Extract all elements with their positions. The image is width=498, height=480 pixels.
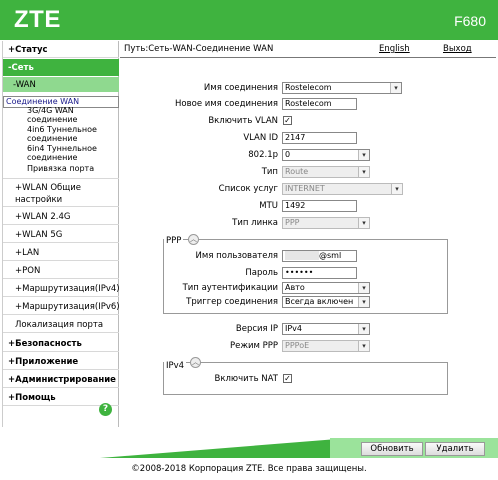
nav-status[interactable]: +Статус — [3, 41, 119, 58]
auth-type-value: Авто — [285, 283, 305, 292]
auth-type-label: Тип аутентификации — [182, 283, 278, 293]
nav-port-localization[interactable]: Локализация порта — [3, 316, 119, 333]
link-type-select: PPP ▾ — [282, 217, 370, 229]
nat-label: Включить NAT — [214, 374, 278, 384]
chevron-down-icon: ▾ — [358, 218, 369, 228]
help-icon[interactable]: ? — [99, 403, 112, 416]
ip-version-label: Версия IP — [235, 324, 278, 334]
type-value: Route — [285, 167, 309, 176]
nav-security[interactable]: +Безопасность — [3, 335, 119, 352]
nav-routing-ipv4[interactable]: +Маршрутизация(IPv4) — [3, 280, 120, 297]
p8021-value: 0 — [285, 150, 291, 159]
collapse-up-icon[interactable]: ︿ — [188, 234, 199, 245]
trigger-select[interactable]: Всегда включен ▾ — [282, 296, 370, 308]
breadcrumb: Путь:Сеть-WAN-Соединение WAN — [124, 44, 274, 54]
trigger-label: Триггер соединения — [186, 297, 278, 307]
delete-button[interactable]: Удалить — [425, 442, 485, 456]
sidebar: +Статус -Сеть -WAN Соединение WAN 3G/4G … — [2, 41, 120, 427]
model-name: F680 — [454, 13, 486, 29]
vlan-enable-label: Включить VLAN — [208, 116, 278, 126]
mtu-input[interactable]: 1492 — [282, 200, 357, 212]
nav-wlan-5[interactable]: +WLAN 5G — [3, 226, 119, 243]
mtu-label: MTU — [259, 201, 278, 211]
ppp-legend: PPP — [164, 236, 184, 246]
nav-4in6-tunnel-2[interactable]: соединение — [3, 134, 119, 143]
nav-6in4-tunnel-2[interactable]: соединение — [3, 153, 119, 162]
new-conn-name-label: Новое имя соединения — [175, 99, 278, 109]
p8021-label: 802.1p — [248, 150, 278, 160]
nat-checkbox[interactable]: ✓ — [283, 374, 292, 383]
nav-4in6-tunnel[interactable]: 4in6 Туннельное — [3, 125, 119, 134]
services-select: INTERNET ▾ — [282, 183, 403, 195]
nav-wan[interactable]: -WAN — [3, 77, 119, 92]
ppp-mode-value: PPPoE — [285, 341, 310, 350]
collapse-up-icon[interactable]: ︿ — [190, 357, 201, 368]
nav-network[interactable]: -Сеть — [3, 59, 119, 76]
nav-3g4g-wan[interactable]: 3G/4G WAN — [3, 106, 119, 115]
chevron-down-icon: ▾ — [358, 341, 369, 351]
breadcrumb-bar: Путь:Сеть-WAN-Соединение WAN English Вых… — [120, 43, 496, 58]
services-label: Список услуг — [218, 184, 278, 194]
ppp-mode-select: PPPoE ▾ — [282, 340, 370, 352]
header-bar: ZTE F680 — [0, 0, 498, 40]
chevron-down-icon: ▾ — [358, 324, 369, 334]
nav-lan[interactable]: +LAN — [3, 244, 119, 261]
chevron-down-icon: ▾ — [390, 83, 401, 93]
password-label: Пароль — [245, 268, 278, 278]
logout-link[interactable]: Выход — [443, 44, 472, 54]
conn-name-select[interactable]: Rostelecom ▾ — [282, 82, 402, 94]
ip-version-value: IPv4 — [285, 324, 303, 333]
chevron-down-icon: ▾ — [358, 150, 369, 160]
password-input[interactable]: •••••• — [282, 267, 357, 279]
ppp-mode-label: Режим PPP — [229, 341, 278, 351]
copyright-text: ©2008-2018 Корпорация ZTE. Все права защ… — [131, 464, 367, 474]
username-value: @sml — [319, 251, 342, 260]
username-label: Имя пользователя — [195, 251, 278, 261]
p8021-select[interactable]: 0 ▾ — [282, 149, 370, 161]
nav-pon[interactable]: +PON — [3, 262, 119, 279]
ip-version-select[interactable]: IPv4 ▾ — [282, 323, 370, 335]
zte-logo: ZTE — [14, 6, 61, 33]
nav-applications[interactable]: +Приложение — [3, 353, 119, 370]
username-input[interactable]: @sml — [282, 250, 357, 262]
nav-wlan-common[interactable]: +WLAN Общие настройки — [3, 180, 119, 207]
nav-wlan-common-line2: настройки — [15, 195, 63, 205]
chevron-down-icon: ▾ — [358, 283, 369, 293]
chevron-down-icon: ▾ — [358, 167, 369, 177]
ipv4-legend: IPv4 — [164, 361, 187, 371]
new-conn-name-input[interactable]: Rostelecom — [282, 98, 357, 110]
auth-type-select[interactable]: Авто ▾ — [282, 282, 370, 294]
vlan-id-label: VLAN ID — [243, 133, 278, 143]
chevron-down-icon: ▾ — [391, 184, 402, 194]
conn-name-value: Rostelecom — [285, 83, 332, 92]
username-redacted — [285, 251, 319, 260]
nav-port-binding[interactable]: Привязка порта — [3, 164, 119, 179]
nav-administration[interactable]: +Администрирование — [3, 371, 119, 388]
nav-3g4g-wan-2[interactable]: соединение — [3, 115, 119, 124]
trigger-value: Всегда включен — [285, 297, 354, 306]
nav-wlan-common-line1: +WLAN Общие — [15, 183, 82, 193]
services-value: INTERNET — [285, 184, 325, 193]
vlan-enable-checkbox[interactable]: ✓ — [283, 116, 292, 125]
vlan-id-input[interactable]: 2147 — [282, 132, 357, 144]
link-type-value: PPP — [285, 218, 300, 227]
type-select: Route ▾ — [282, 166, 370, 178]
nav-6in4-tunnel[interactable]: 6in4 Туннельное — [3, 144, 119, 153]
footer-decor — [100, 438, 350, 458]
update-button[interactable]: Обновить — [361, 442, 423, 456]
type-label: Тип — [261, 167, 278, 177]
nav-routing-ipv6[interactable]: +Маршрутизация(IPv6) — [3, 298, 120, 315]
conn-name-label: Имя соединения — [203, 83, 278, 93]
chevron-down-icon: ▾ — [358, 297, 369, 307]
link-type-label: Тип линка — [232, 218, 278, 228]
nav-wlan-24[interactable]: +WLAN 2.4G — [3, 208, 119, 225]
english-link[interactable]: English — [379, 44, 410, 54]
